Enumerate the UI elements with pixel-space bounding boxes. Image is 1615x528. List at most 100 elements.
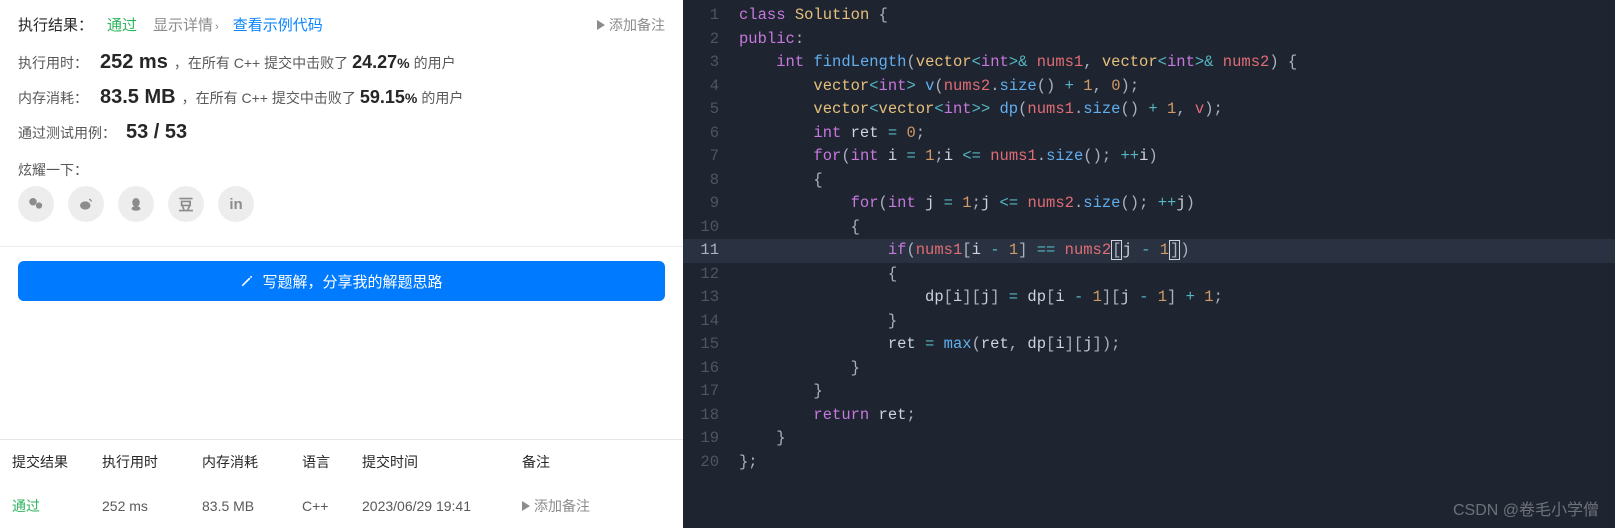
code-line[interactable]: 6 int ret = 0; (683, 122, 1615, 146)
line-number: 2 (683, 28, 739, 52)
memory-ctx-post: 的用户 (421, 88, 463, 108)
chevron-right-icon: › (215, 21, 219, 33)
play-icon (597, 20, 605, 30)
code-line[interactable]: 8 { (683, 169, 1615, 193)
line-number: 13 (683, 286, 739, 310)
testcases-label: 通过测试用例： (18, 123, 116, 143)
code-content: int findLength(vector<int>& nums1, vecto… (739, 51, 1615, 75)
code-content: vector<vector<int>> dp(nums1.size() + 1,… (739, 98, 1615, 122)
th-mem: 内存消耗 (202, 452, 302, 472)
douban-icon[interactable]: 豆 (168, 186, 204, 222)
code-content: } (739, 310, 1615, 334)
share-icons-row: 豆 in (0, 186, 683, 240)
code-line[interactable]: 9 for(int j = 1;j <= nums2.size(); ++j) (683, 192, 1615, 216)
code-line[interactable]: 1class Solution { (683, 4, 1615, 28)
play-icon (522, 501, 530, 511)
code-content: } (739, 380, 1615, 404)
runtime-value: 252 ms (100, 51, 168, 74)
code-content: for(int i = 1;i <= nums1.size(); ++i) (739, 145, 1615, 169)
row-remark-text: 添加备注 (534, 496, 590, 516)
code-content: { (739, 169, 1615, 193)
line-number: 20 (683, 451, 739, 475)
runtime-ctx-pre: ，在所有 C++ 提交中击败了 (174, 53, 348, 73)
testcases-value: 53 / 53 (126, 121, 187, 144)
add-remark-button[interactable]: 添加备注 (597, 15, 665, 35)
status-pass: 通过 (107, 14, 137, 35)
runtime-pct: 24.27% (352, 52, 410, 73)
line-number: 17 (683, 380, 739, 404)
th-status: 提交结果 (12, 452, 102, 472)
results-panel: 执行结果： 通过 显示详情› 查看示例代码 添加备注 执行用时： 252 ms … (0, 0, 683, 528)
code-line[interactable]: 5 vector<vector<int>> dp(nums1.size() + … (683, 98, 1615, 122)
line-number: 11 (683, 239, 739, 263)
memory-ctx-pre: ，在所有 C++ 提交中击败了 (182, 88, 356, 108)
row-mem: 83.5 MB (202, 498, 302, 514)
table-row[interactable]: 通过 252 ms 83.5 MB C++ 2023/06/29 19:41 添… (0, 484, 683, 528)
code-line[interactable]: 15 ret = max(ret, dp[i][j]); (683, 333, 1615, 357)
code-line[interactable]: 16 } (683, 357, 1615, 381)
line-number: 1 (683, 4, 739, 28)
code-line[interactable]: 11 if(nums1[i - 1] == nums2[j - 1]) (683, 239, 1615, 263)
row-remark-button[interactable]: 添加备注 (522, 496, 671, 516)
line-number: 3 (683, 51, 739, 75)
code-content: return ret; (739, 404, 1615, 428)
row-ts: 2023/06/29 19:41 (362, 498, 522, 514)
code-line[interactable]: 7 for(int i = 1;i <= nums1.size(); ++i) (683, 145, 1615, 169)
line-number: 4 (683, 75, 739, 99)
code-line[interactable]: 13 dp[i][j] = dp[i - 1][j - 1] + 1; (683, 286, 1615, 310)
line-number: 5 (683, 98, 739, 122)
code-content: { (739, 216, 1615, 240)
code-line[interactable]: 10 { (683, 216, 1615, 240)
code-line[interactable]: 2public: (683, 28, 1615, 52)
line-number: 16 (683, 357, 739, 381)
code-content: ret = max(ret, dp[i][j]); (739, 333, 1615, 357)
code-content: if(nums1[i - 1] == nums2[j - 1]) (739, 239, 1615, 263)
code-line[interactable]: 3 int findLength(vector<int>& nums1, vec… (683, 51, 1615, 75)
code-editor[interactable]: 1class Solution {2public:3 int findLengt… (683, 0, 1615, 474)
line-number: 15 (683, 333, 739, 357)
th-time: 执行用时 (102, 452, 202, 472)
code-content: int ret = 0; (739, 122, 1615, 146)
line-number: 18 (683, 404, 739, 428)
example-code-link[interactable]: 查看示例代码 (233, 14, 323, 35)
result-header: 执行结果： 通过 显示详情› 查看示例代码 添加备注 (0, 0, 683, 45)
wechat-icon[interactable] (18, 186, 54, 222)
code-line[interactable]: 4 vector<int> v(nums2.size() + 1, 0); (683, 75, 1615, 99)
qq-icon[interactable] (118, 186, 154, 222)
memory-line: 内存消耗： 83.5 MB ，在所有 C++ 提交中击败了 59.15% 的用户 (0, 80, 683, 115)
code-line[interactable]: 19 } (683, 427, 1615, 451)
linkedin-icon[interactable]: in (218, 186, 254, 222)
code-line[interactable]: 12 { (683, 263, 1615, 287)
weibo-icon[interactable] (68, 186, 104, 222)
write-solution-text: 写题解，分享我的解题思路 (262, 271, 442, 292)
th-lang: 语言 (302, 452, 362, 472)
code-content: dp[i][j] = dp[i - 1][j - 1] + 1; (739, 286, 1615, 310)
watermark: CSDN @卷毛小学僧 (1453, 496, 1599, 520)
runtime-ctx-post: 的用户 (414, 53, 456, 73)
runtime-line: 执行用时： 252 ms ，在所有 C++ 提交中击败了 24.27% 的用户 (0, 45, 683, 80)
code-line[interactable]: 18 return ret; (683, 404, 1615, 428)
code-content: public: (739, 28, 1615, 52)
table-header: 提交结果 执行用时 内存消耗 语言 提交时间 备注 (0, 440, 683, 484)
divider (0, 246, 683, 247)
line-number: 8 (683, 169, 739, 193)
code-line[interactable]: 14 } (683, 310, 1615, 334)
code-content: { (739, 263, 1615, 287)
runtime-label: 执行用时： (18, 53, 100, 73)
row-lang: C++ (302, 498, 362, 514)
code-content: } (739, 427, 1615, 451)
memory-pct: 59.15% (360, 87, 418, 108)
pencil-icon (240, 274, 254, 288)
show-detail-link[interactable]: 显示详情› (153, 14, 219, 35)
submission-table: 提交结果 执行用时 内存消耗 语言 提交时间 备注 通过 252 ms 83.5… (0, 439, 683, 528)
write-solution-button[interactable]: 写题解，分享我的解题思路 (18, 261, 665, 301)
row-time: 252 ms (102, 498, 202, 514)
line-number: 14 (683, 310, 739, 334)
th-ts: 提交时间 (362, 452, 522, 472)
code-line[interactable]: 17 } (683, 380, 1615, 404)
line-number: 7 (683, 145, 739, 169)
code-line[interactable]: 20}; (683, 451, 1615, 475)
th-remark: 备注 (522, 452, 671, 472)
code-editor-panel: 1class Solution {2public:3 int findLengt… (683, 0, 1615, 528)
row-status: 通过 (12, 496, 102, 516)
